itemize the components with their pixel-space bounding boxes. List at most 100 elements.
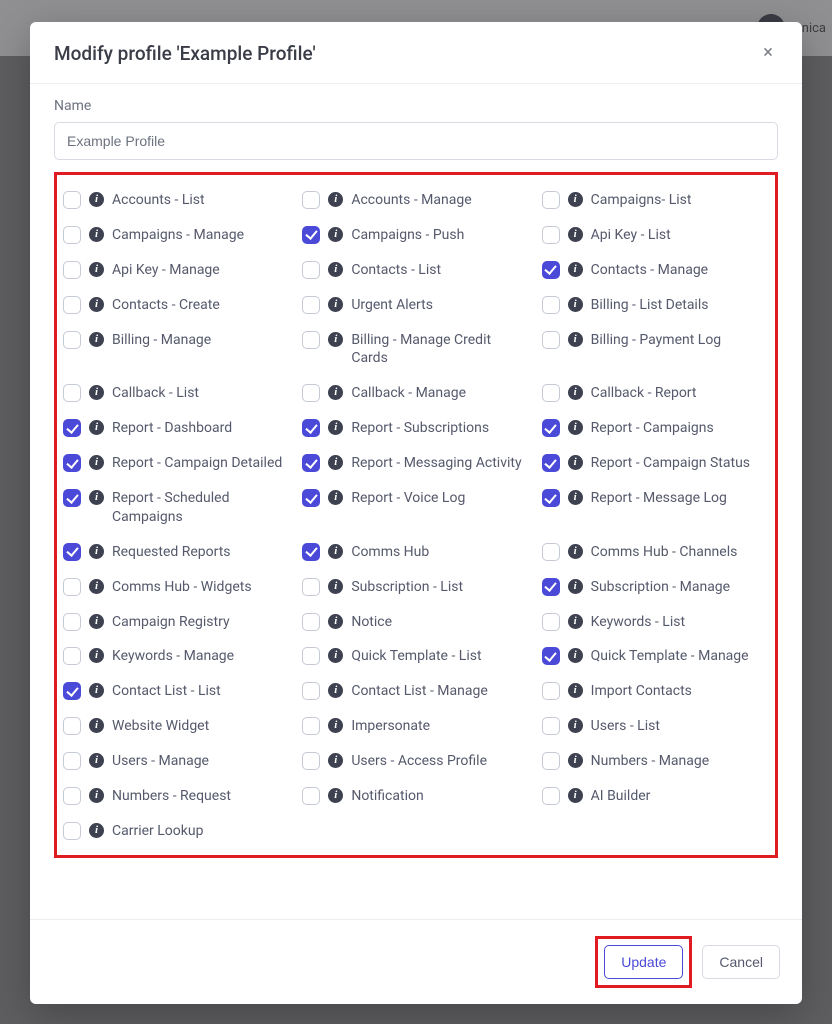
permission-checkbox[interactable]	[542, 419, 560, 437]
info-icon[interactable]	[568, 297, 583, 312]
permission-checkbox[interactable]	[542, 261, 560, 279]
permission-checkbox[interactable]	[63, 578, 81, 596]
name-input[interactable]	[54, 122, 778, 160]
permission-checkbox[interactable]	[302, 682, 320, 700]
permission-checkbox[interactable]	[302, 331, 320, 349]
permission-checkbox[interactable]	[302, 261, 320, 279]
info-icon[interactable]	[328, 262, 343, 277]
info-icon[interactable]	[89, 579, 104, 594]
info-icon[interactable]	[328, 544, 343, 559]
info-icon[interactable]	[568, 455, 583, 470]
info-icon[interactable]	[568, 683, 583, 698]
permission-checkbox[interactable]	[542, 191, 560, 209]
permission-checkbox[interactable]	[542, 489, 560, 507]
info-icon[interactable]	[89, 262, 104, 277]
permission-checkbox[interactable]	[63, 226, 81, 244]
info-icon[interactable]	[568, 227, 583, 242]
info-icon[interactable]	[328, 683, 343, 698]
permission-checkbox[interactable]	[542, 578, 560, 596]
info-icon[interactable]	[568, 192, 583, 207]
info-icon[interactable]	[568, 262, 583, 277]
permission-checkbox[interactable]	[63, 261, 81, 279]
permission-checkbox[interactable]	[302, 752, 320, 770]
permission-checkbox[interactable]	[542, 543, 560, 561]
info-icon[interactable]	[328, 614, 343, 629]
permission-checkbox[interactable]	[302, 787, 320, 805]
info-icon[interactable]	[89, 683, 104, 698]
permission-checkbox[interactable]	[63, 613, 81, 631]
info-icon[interactable]	[568, 648, 583, 663]
info-icon[interactable]	[328, 227, 343, 242]
info-icon[interactable]	[89, 544, 104, 559]
info-icon[interactable]	[89, 788, 104, 803]
info-icon[interactable]	[328, 297, 343, 312]
info-icon[interactable]	[328, 718, 343, 733]
permission-checkbox[interactable]	[302, 647, 320, 665]
info-icon[interactable]	[328, 490, 343, 505]
permission-checkbox[interactable]	[542, 613, 560, 631]
info-icon[interactable]	[568, 332, 583, 347]
info-icon[interactable]	[568, 788, 583, 803]
permission-checkbox[interactable]	[302, 613, 320, 631]
permission-checkbox[interactable]	[302, 454, 320, 472]
permission-checkbox[interactable]	[542, 296, 560, 314]
permission-checkbox[interactable]	[542, 682, 560, 700]
info-icon[interactable]	[328, 753, 343, 768]
permission-checkbox[interactable]	[302, 296, 320, 314]
permission-checkbox[interactable]	[302, 226, 320, 244]
info-icon[interactable]	[328, 420, 343, 435]
info-icon[interactable]	[568, 420, 583, 435]
info-icon[interactable]	[568, 718, 583, 733]
info-icon[interactable]	[568, 490, 583, 505]
permission-checkbox[interactable]	[542, 384, 560, 402]
permission-checkbox[interactable]	[302, 191, 320, 209]
permission-checkbox[interactable]	[63, 682, 81, 700]
permission-checkbox[interactable]	[302, 384, 320, 402]
permission-checkbox[interactable]	[63, 191, 81, 209]
permission-checkbox[interactable]	[63, 822, 81, 840]
permission-checkbox[interactable]	[542, 717, 560, 735]
close-icon[interactable]: ×	[758, 44, 778, 64]
permission-checkbox[interactable]	[542, 752, 560, 770]
info-icon[interactable]	[89, 420, 104, 435]
permission-checkbox[interactable]	[542, 226, 560, 244]
permission-checkbox[interactable]	[63, 489, 81, 507]
update-button[interactable]: Update	[604, 945, 683, 979]
cancel-button[interactable]: Cancel	[702, 945, 780, 979]
info-icon[interactable]	[89, 648, 104, 663]
info-icon[interactable]	[89, 192, 104, 207]
info-icon[interactable]	[89, 227, 104, 242]
info-icon[interactable]	[328, 192, 343, 207]
permission-checkbox[interactable]	[63, 296, 81, 314]
permission-checkbox[interactable]	[63, 331, 81, 349]
info-icon[interactable]	[328, 385, 343, 400]
info-icon[interactable]	[89, 332, 104, 347]
info-icon[interactable]	[89, 614, 104, 629]
info-icon[interactable]	[568, 385, 583, 400]
permission-checkbox[interactable]	[63, 717, 81, 735]
info-icon[interactable]	[89, 718, 104, 733]
info-icon[interactable]	[89, 823, 104, 838]
permission-checkbox[interactable]	[63, 752, 81, 770]
info-icon[interactable]	[568, 614, 583, 629]
permission-checkbox[interactable]	[63, 543, 81, 561]
info-icon[interactable]	[89, 490, 104, 505]
info-icon[interactable]	[328, 332, 343, 347]
permission-checkbox[interactable]	[302, 578, 320, 596]
info-icon[interactable]	[328, 455, 343, 470]
info-icon[interactable]	[89, 297, 104, 312]
info-icon[interactable]	[568, 544, 583, 559]
permission-checkbox[interactable]	[63, 384, 81, 402]
info-icon[interactable]	[89, 385, 104, 400]
permission-checkbox[interactable]	[542, 331, 560, 349]
info-icon[interactable]	[328, 648, 343, 663]
permission-checkbox[interactable]	[63, 419, 81, 437]
permission-checkbox[interactable]	[302, 419, 320, 437]
permission-checkbox[interactable]	[302, 543, 320, 561]
permission-checkbox[interactable]	[63, 454, 81, 472]
permission-checkbox[interactable]	[302, 489, 320, 507]
info-icon[interactable]	[328, 579, 343, 594]
info-icon[interactable]	[328, 788, 343, 803]
info-icon[interactable]	[89, 753, 104, 768]
permission-checkbox[interactable]	[542, 647, 560, 665]
